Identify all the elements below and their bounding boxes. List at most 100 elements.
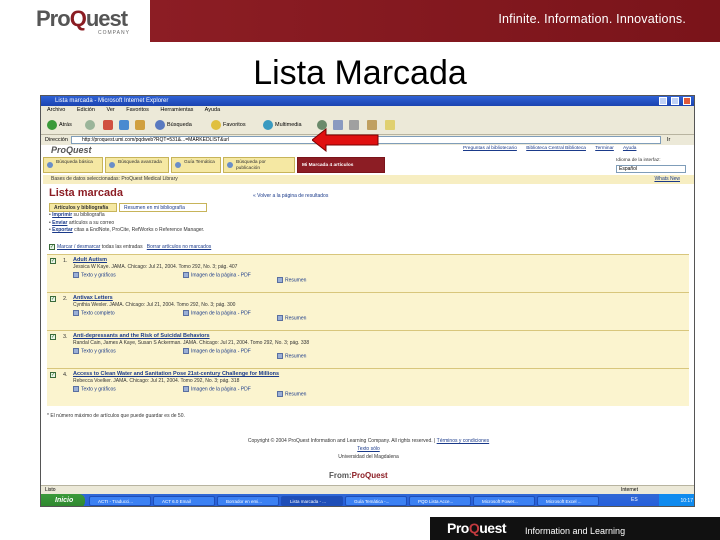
subtab-summary[interactable]: Resumen en mi bibliografía xyxy=(119,203,207,212)
taskbar-item[interactable]: ACT 6.0 Email xyxy=(153,496,215,506)
taskbar-item[interactable]: ACTI - Traducci... xyxy=(89,496,151,506)
taskbar-item[interactable]: Lista marcada - ... xyxy=(281,496,343,506)
status-bar: Listo Internet xyxy=(41,485,694,494)
list-item: ✓ 2. Antivax Letters Cynthia Wexler. JAM… xyxy=(47,292,689,330)
item-title[interactable]: Anti-depressants and the Risk of Suicida… xyxy=(73,333,210,339)
abstract-icon xyxy=(277,315,283,321)
link-logout[interactable]: Terminar xyxy=(595,146,614,151)
media-button[interactable]: Multimedia xyxy=(263,119,302,131)
abstract-link[interactable]: Resumen xyxy=(277,353,306,359)
full-text-link[interactable]: Texto completo xyxy=(73,310,115,316)
maximize-button[interactable] xyxy=(671,97,679,105)
from-proquest: ProQuest xyxy=(351,471,388,480)
abstract-link[interactable]: Resumen xyxy=(277,315,306,321)
pdf-link[interactable]: Imagen de la página - PDF xyxy=(183,310,253,317)
favorites-button[interactable]: Favoritos xyxy=(211,119,246,131)
search-button[interactable]: Búsqueda xyxy=(155,119,192,131)
terms-link[interactable]: Términos y condiciones xyxy=(437,438,490,444)
tab-icon xyxy=(47,162,53,168)
language-select[interactable]: Español xyxy=(616,165,686,173)
mark-all-bar: ✓ Marcar / desmarcar todas las entradas B… xyxy=(49,243,689,252)
menu-tools[interactable]: Herramientas xyxy=(160,107,193,113)
item-number: 1. xyxy=(63,258,68,264)
option-label: Imagen de la página - PDF xyxy=(191,386,251,393)
selected-databases: Bases de datos seleccionadas: ProQuest M… xyxy=(51,176,178,182)
back-to-results-link[interactable]: « Volver a la página de resultados xyxy=(253,193,328,199)
taskbar-item[interactable]: Borrador en emi... xyxy=(217,496,279,506)
pdf-icon xyxy=(183,272,189,278)
refresh-button[interactable] xyxy=(119,119,131,131)
pq-site-logo[interactable]: ProQuest xyxy=(51,145,92,155)
go-button[interactable]: Ir xyxy=(667,135,670,145)
item-checkbox[interactable]: ✓ xyxy=(50,334,56,340)
abstract-link[interactable]: Resumen xyxy=(277,277,306,283)
option-label: Imagen de la página - PDF xyxy=(191,348,251,355)
print-link[interactable]: Imprimir xyxy=(52,212,72,218)
item-title[interactable]: Antivax Letters xyxy=(73,295,113,301)
window-titlebar: Lista marcada - Microsoft Internet Explo… xyxy=(41,96,694,106)
bottom-proquest-logo: ProQuest xyxy=(447,520,507,536)
taskbar-item[interactable]: Microsoft Excel ... xyxy=(537,496,599,506)
menu-bar: Archivo Edición Ver Favoritos Herramient… xyxy=(41,106,694,115)
option-label: Resumen xyxy=(285,315,307,322)
pdf-link[interactable]: Imagen de la página - PDF xyxy=(183,386,253,393)
taskbar-item[interactable]: Microsoft Power... xyxy=(473,496,535,506)
item-title[interactable]: Adult Autism xyxy=(73,257,107,263)
logo-area: ProQuest COMPANY xyxy=(0,0,150,42)
menu-edit[interactable]: Edición xyxy=(77,107,95,113)
close-button[interactable] xyxy=(683,97,691,105)
subtab-articles[interactable]: Artículos y bibliografía xyxy=(49,203,117,212)
language-indicator[interactable]: ES xyxy=(631,497,638,503)
copyright: Copyright © 2004 ProQuest Information an… xyxy=(247,438,433,444)
list-item: ✓ 4. Access to Clean Water and Sanitatio… xyxy=(47,368,689,406)
email-link[interactable]: Enviar xyxy=(52,220,67,226)
whats-new-link[interactable]: Whats New xyxy=(654,175,680,184)
mark-all-checkbox[interactable]: ✓ xyxy=(49,243,55,250)
delete-unmarked-link[interactable]: Borrar artículos no marcados xyxy=(147,244,211,250)
stop-button[interactable] xyxy=(103,119,115,131)
mark-all-text: todas las entradas xyxy=(100,244,143,250)
full-text-link[interactable]: Texto y gráficos xyxy=(73,386,116,392)
action-print: • Imprimir su bibliografía xyxy=(49,212,105,218)
full-text-link[interactable]: Texto y gráficos xyxy=(73,272,116,278)
tab-publication-search[interactable]: Búsqueda por publicación xyxy=(223,157,295,173)
mark-unmark-link[interactable]: Marcar / desmarcar xyxy=(57,244,100,250)
link-ask-librarian[interactable]: Preguntas al bibliotecario xyxy=(463,146,517,151)
tab-advanced-search[interactable]: Búsqueda avanzada xyxy=(105,157,169,173)
item-checkbox[interactable]: ✓ xyxy=(50,372,56,378)
item-checkbox[interactable]: ✓ xyxy=(50,258,56,264)
top-banner: ProQuest COMPANY Infinite. Information. … xyxy=(0,0,720,42)
pdf-link[interactable]: Imagen de la página - PDF xyxy=(183,348,253,355)
tab-label: Búsqueda por publicación xyxy=(236,160,266,171)
link-library[interactable]: Biblioteca Central Biblioteca xyxy=(526,146,586,151)
action-text: su bibliografía xyxy=(72,212,105,218)
menu-file[interactable]: Archivo xyxy=(47,107,65,113)
tab-topic-guide[interactable]: Guía Temática xyxy=(171,157,221,173)
item-number: 4. xyxy=(63,372,68,378)
document-icon xyxy=(73,386,79,392)
tab-basic-search[interactable]: Búsqueda básica xyxy=(43,157,103,173)
taskbar-item[interactable]: PQD Lista Acce... xyxy=(409,496,471,506)
window-title: Lista marcada - Microsoft Internet Explo… xyxy=(55,98,169,104)
abstract-link[interactable]: Resumen xyxy=(277,391,306,397)
full-text-link[interactable]: Texto y gráficos xyxy=(73,348,116,354)
start-button[interactable]: Inicio xyxy=(41,494,85,506)
link-help[interactable]: Ayuda xyxy=(623,146,637,151)
home-button[interactable] xyxy=(135,119,147,131)
tab-marked-list[interactable]: Mi Marcada 4 artículos xyxy=(297,157,385,173)
pdf-link[interactable]: Imagen de la página - PDF xyxy=(183,272,253,279)
menu-help[interactable]: Ayuda xyxy=(205,107,221,113)
item-title[interactable]: Access to Clean Water and Sanitation Pos… xyxy=(73,371,279,377)
export-link[interactable]: Exportar xyxy=(52,227,73,233)
menu-favorites[interactable]: Favoritos xyxy=(126,107,149,113)
back-button[interactable]: Atrás xyxy=(47,119,72,131)
document-icon xyxy=(73,272,79,278)
taskbar-item[interactable]: Guía Temática -... xyxy=(345,496,407,506)
minimize-button[interactable] xyxy=(659,97,667,105)
option-label: Resumen xyxy=(285,353,307,360)
text-only-link[interactable]: Texto sólo xyxy=(41,445,694,453)
forward-button[interactable] xyxy=(85,119,97,131)
menu-view[interactable]: Ver xyxy=(106,107,114,113)
discuss-button[interactable] xyxy=(385,119,397,131)
item-checkbox[interactable]: ✓ xyxy=(50,296,56,302)
